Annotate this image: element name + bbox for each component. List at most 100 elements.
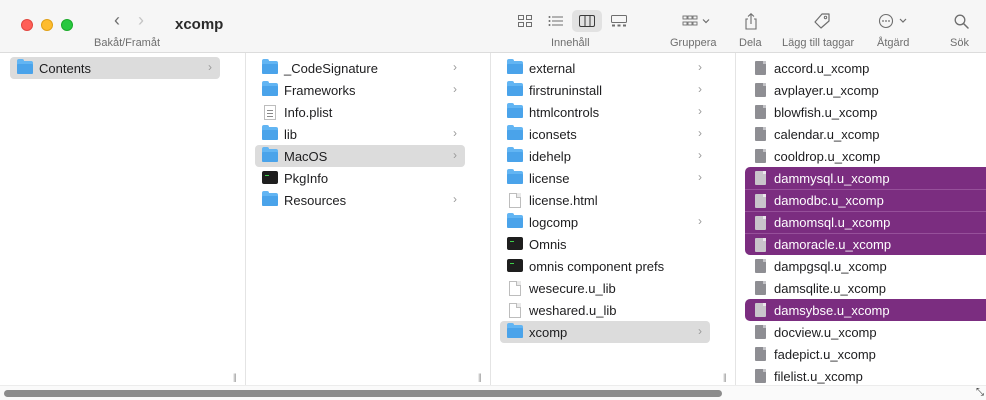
item-label: license.html — [529, 192, 598, 208]
folder-icon — [262, 147, 278, 163]
columns-icon — [579, 15, 595, 27]
column-resize-handle[interactable]: || — [723, 372, 727, 382]
scrollbar-thumb[interactable] — [4, 390, 722, 397]
chevron-right-icon: › — [698, 126, 702, 140]
list-item[interactable]: weshared.u_lib — [500, 299, 710, 321]
item-label: damoracle.u_xcomp — [774, 237, 892, 252]
list-item[interactable]: omnis component prefs — [500, 255, 710, 277]
folder-icon — [507, 147, 523, 163]
list-item[interactable]: license › — [500, 167, 710, 189]
exec-icon — [262, 171, 278, 185]
file-icon — [752, 325, 768, 339]
finder-window: ‹ › Bakåt/Framåt xcomp Innehåll Gruppera… — [0, 0, 986, 400]
share-button[interactable] — [742, 10, 760, 32]
file-row[interactable]: cooldrop.u_xcomp — [745, 145, 986, 167]
list-item[interactable]: MacOS › — [255, 145, 465, 167]
list-item[interactable]: lib › — [255, 123, 465, 145]
chevron-right-icon: › — [453, 82, 457, 96]
file-row[interactable]: filelist.u_xcomp — [745, 365, 986, 385]
item-label: iconsets — [529, 126, 577, 142]
browser-column-1: Contents › — [0, 53, 230, 385]
gallery-view-button[interactable] — [604, 10, 634, 32]
list-view-button[interactable] — [540, 10, 570, 32]
list-item[interactable]: Info.plist — [255, 101, 465, 123]
chevron-right-icon: › — [453, 126, 457, 140]
item-label: wesecure.u_lib — [529, 280, 616, 296]
folder-icon — [17, 59, 33, 75]
file-row[interactable]: damsqlite.u_xcomp — [745, 277, 986, 299]
icon-view-button[interactable] — [510, 10, 540, 32]
tag-icon — [814, 13, 830, 29]
list-item[interactable]: PkgInfo — [255, 167, 465, 189]
folder-icon — [262, 191, 278, 207]
file-row[interactable]: damsybse.u_xcomp — [745, 299, 986, 321]
minimize-window-button[interactable] — [41, 19, 53, 31]
file-row[interactable]: dampgsql.u_xcomp — [745, 255, 986, 277]
window-title: xcomp — [175, 16, 224, 33]
action-button[interactable] — [877, 10, 911, 32]
list-item[interactable]: Omnis — [500, 233, 710, 255]
folder-icon — [262, 59, 278, 75]
file-row[interactable]: damoracle.u_xcomp — [745, 233, 986, 255]
list-item[interactable]: license.html — [500, 189, 710, 211]
list-item[interactable]: Frameworks › — [255, 79, 465, 101]
list-item[interactable]: firstruninstall › — [500, 79, 710, 101]
file-row[interactable]: blowfish.u_xcomp — [745, 101, 986, 123]
list-item[interactable]: htmlcontrols › — [500, 101, 710, 123]
chevron-right-icon: › — [698, 214, 702, 228]
file-icon — [752, 215, 768, 230]
resize-corner-icon[interactable]: ⤡ — [976, 387, 984, 398]
file-icon — [752, 149, 768, 163]
plist-icon — [262, 105, 278, 120]
list-item[interactable]: iconsets › — [500, 123, 710, 145]
item-label: fadepict.u_xcomp — [774, 346, 876, 362]
file-row[interactable]: calendar.u_xcomp — [745, 123, 986, 145]
file-row[interactable]: fadepict.u_xcomp — [745, 343, 986, 365]
tags-button[interactable] — [812, 10, 832, 32]
horizontal-scrollbar[interactable] — [0, 385, 986, 400]
chevron-right-icon: › — [698, 104, 702, 118]
exec-icon — [507, 237, 523, 251]
folder-icon — [507, 59, 523, 75]
list-item[interactable]: Contents › — [10, 57, 220, 79]
nav-label: Bakåt/Framåt — [94, 37, 161, 49]
list-item[interactable]: wesecure.u_lib — [500, 277, 710, 299]
action-label: Åtgärd — [877, 37, 910, 49]
file-row[interactable]: docview.u_xcomp — [745, 321, 986, 343]
file-row[interactable]: damomsql.u_xcomp — [745, 211, 986, 233]
list-item[interactable]: idehelp › — [500, 145, 710, 167]
search-label: Sök — [950, 37, 969, 49]
zoom-window-button[interactable] — [61, 19, 73, 31]
forward-chevron-icon[interactable]: › — [131, 11, 151, 31]
column-resize-handle[interactable]: || — [478, 372, 482, 382]
item-label: Contents — [39, 60, 92, 76]
file-icon — [752, 105, 768, 119]
file-row[interactable]: damodbc.u_xcomp — [745, 189, 986, 211]
file-row[interactable]: accord.u_xcomp — [745, 57, 986, 79]
file-icon — [752, 259, 768, 273]
group-button[interactable] — [679, 10, 713, 32]
item-label: blowfish.u_xcomp — [774, 104, 878, 120]
search-button[interactable] — [952, 10, 970, 32]
list-item[interactable]: logcomp › — [500, 211, 710, 233]
list-item[interactable]: external › — [500, 57, 710, 79]
group-grid-icon — [682, 15, 710, 26]
folder-icon — [262, 125, 278, 141]
grid-icon — [518, 15, 532, 27]
browser-column-2: _CodeSignature › Frameworks › Info.plist lib ›… — [246, 53, 475, 385]
list-item[interactable]: xcomp › — [500, 321, 710, 343]
file-row[interactable]: avplayer.u_xcomp — [745, 79, 986, 101]
file-icon — [752, 281, 768, 295]
file-row[interactable]: dammysql.u_xcomp — [745, 167, 986, 189]
file-icon — [752, 127, 768, 141]
list-item[interactable]: _CodeSignature › — [255, 57, 465, 79]
close-window-button[interactable] — [21, 19, 33, 31]
column-view-button[interactable] — [572, 10, 602, 32]
item-label: accord.u_xcomp — [774, 60, 870, 76]
back-chevron-icon[interactable]: ‹ — [107, 11, 127, 31]
item-label: dammysql.u_xcomp — [774, 170, 890, 186]
chevron-right-icon: › — [453, 192, 457, 206]
list-item[interactable]: Resources › — [255, 189, 465, 211]
column-resize-handle[interactable]: || — [233, 372, 237, 382]
folder-icon — [507, 81, 523, 97]
